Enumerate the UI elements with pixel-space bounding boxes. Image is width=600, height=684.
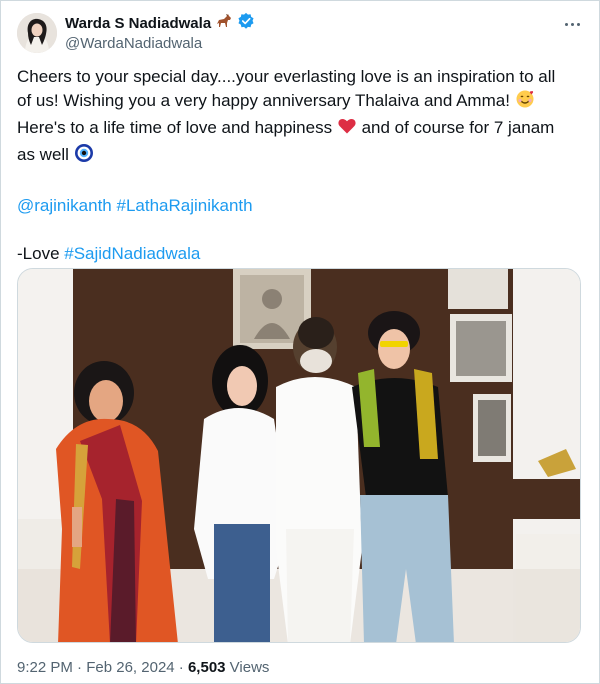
avatar-image [17, 13, 57, 53]
mention-rajinikanth[interactable]: @rajinikanth [17, 196, 112, 215]
signoff-line: -Love #SajidNadiadwala [17, 244, 201, 263]
tweet-card: Warda S Nadiadwala @WardaNadiadwala Chee… [0, 0, 600, 684]
hashtag-sajidnadiadwala[interactable]: #SajidNadiadwala [64, 244, 200, 263]
handle[interactable]: @WardaNadiadwala [65, 35, 255, 52]
tweet-photo[interactable] [17, 268, 581, 643]
nazar-amulet-icon [74, 143, 94, 170]
tweet-footer: 9:22 PM · Feb 26, 2024 · 6,503 Views [17, 659, 270, 676]
views-count: 6,503 [187, 659, 226, 676]
horse-emoji-icon [215, 12, 233, 35]
smiling-face-with-hearts-icon [515, 89, 535, 116]
red-heart-icon [337, 116, 357, 143]
tweet-header: Warda S Nadiadwala @WardaNadiadwala [17, 11, 583, 55]
tweet-time[interactable]: 9:22 PM [17, 659, 73, 676]
tweet-text: Cheers to your special day....your everl… [17, 65, 582, 266]
group-photo-image [18, 269, 580, 642]
views-label: Views [225, 659, 270, 676]
avatar[interactable] [17, 13, 57, 53]
display-name[interactable]: Warda S Nadiadwala [65, 15, 211, 32]
tweet-date[interactable]: Feb 26, 2024 [86, 659, 174, 676]
tweet-line: of us! Wishing you a very happy annivers… [17, 89, 582, 116]
more-options-icon[interactable] [561, 15, 583, 33]
hashtag-latharajinikanth[interactable]: #LathaRajinikanth [116, 196, 252, 215]
tweet-line: Cheers to your special day....your everl… [17, 67, 556, 86]
author-names: Warda S Nadiadwala @WardaNadiadwala [65, 12, 255, 52]
verified-badge-icon[interactable] [237, 12, 255, 35]
mentions-line: @rajinikanth #LathaRajinikanth [17, 194, 582, 218]
tweet-line: Here's to a life time of love and happin… [17, 116, 582, 143]
tweet-line: as well [17, 143, 582, 170]
